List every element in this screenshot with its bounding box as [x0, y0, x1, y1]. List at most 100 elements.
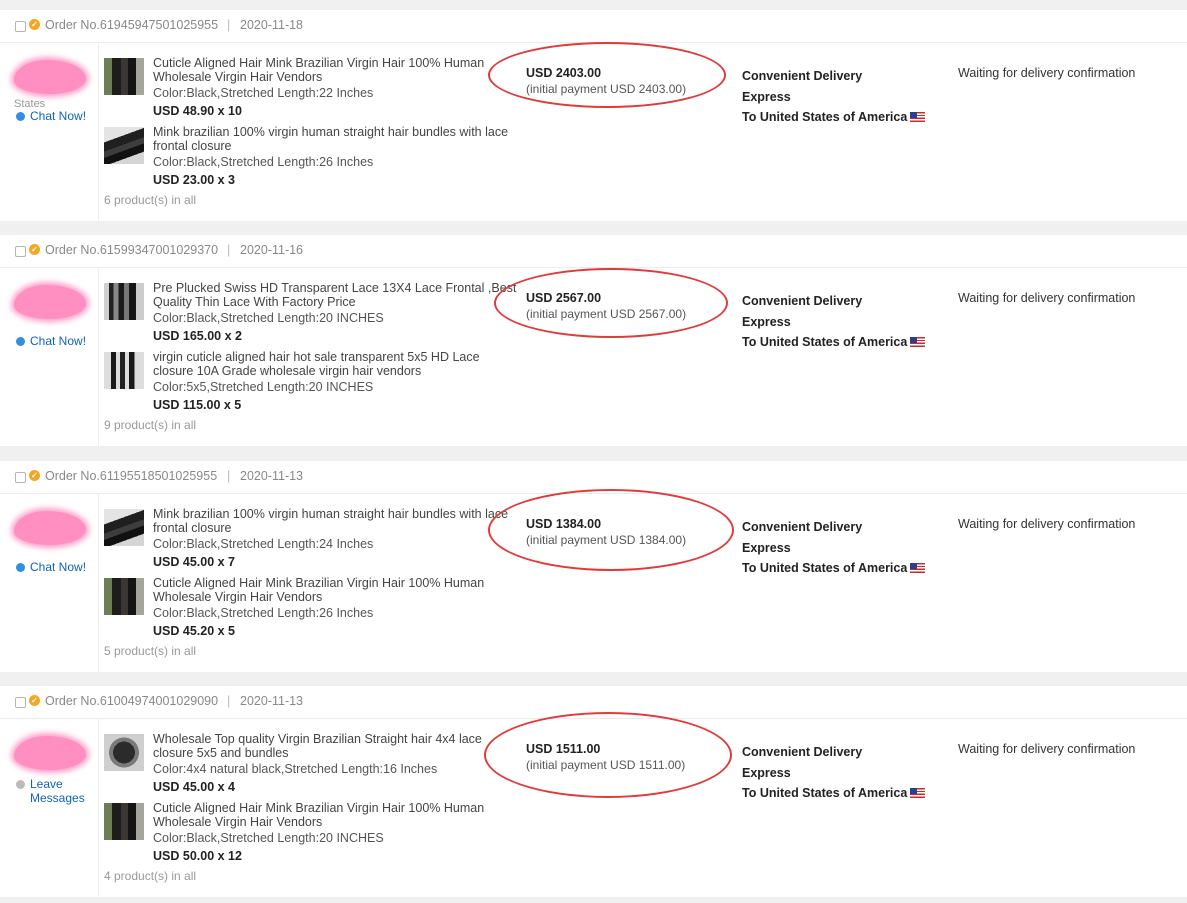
order-date: 2020-11-16 — [240, 243, 304, 257]
product-title-link[interactable]: Wholesale Top quality Virgin Brazilian S… — [153, 732, 518, 760]
us-flag-icon — [910, 337, 926, 347]
products-count: 4 product(s) in all — [104, 869, 197, 883]
chat-icon — [16, 563, 25, 572]
seller-name-redacted — [14, 736, 86, 770]
checkbox-icon[interactable] — [15, 472, 26, 483]
order-header: ✓ Order No.61945947501025955 | 2020-11-18 — [0, 10, 1187, 43]
leave-messages-label: Leave Messages — [30, 777, 85, 805]
highlight-circle — [484, 712, 732, 798]
highlight-circle — [488, 489, 734, 571]
delivery-info: Convenient Delivery Express To United Stat… — [742, 517, 926, 579]
destination-label: To United States of America — [742, 561, 908, 575]
delivery-method: Convenient Delivery — [742, 520, 863, 534]
product-attributes: Color:5x5,Stretched Length:20 INCHES — [153, 380, 374, 394]
seller-info: Leave Messages — [14, 734, 94, 824]
delivery-info: Convenient Delivery Express To United Stat… — [742, 66, 926, 128]
seller-info: Chat Now! — [14, 509, 94, 599]
product-thumbnail[interactable] — [104, 803, 144, 840]
product-price-qty: USD 115.00 x 5 — [153, 398, 242, 412]
delivery-carrier: Express — [742, 540, 791, 555]
product-thumbnail[interactable] — [104, 509, 144, 546]
order-date: 2020-11-13 — [240, 469, 304, 483]
order-number-value: 61004974001029090 — [99, 694, 219, 708]
leave-messages-button[interactable]: Leave Messages — [16, 777, 86, 805]
column-divider — [98, 267, 99, 446]
divider: | — [227, 243, 231, 257]
column-divider — [98, 42, 99, 221]
order-status: Waiting for delivery confirmation — [958, 66, 1136, 80]
seller-info: States Chat Now! — [14, 58, 94, 148]
product-price-qty: USD 48.90 x 10 — [153, 104, 242, 118]
product-price-qty: USD 23.00 x 3 — [153, 173, 235, 187]
product-price-qty: USD 45.20 x 5 — [153, 624, 235, 638]
product-title-link[interactable]: Cuticle Aligned Hair Mink Brazilian Virg… — [153, 56, 518, 84]
order-list: ✓ Order No.61945947501025955 | 2020-11-18 St… — [0, 0, 1187, 903]
seller-name-redacted — [14, 511, 86, 545]
product-attributes: Color:Black,Stretched Length:24 Inches — [153, 537, 374, 551]
order-badge-icon: ✓ — [29, 695, 40, 706]
checkbox-icon[interactable] — [15, 21, 26, 32]
product-thumbnail[interactable] — [104, 127, 144, 164]
delivery-carrier: Express — [742, 89, 791, 104]
destination-label: To United States of America — [742, 110, 908, 124]
order-date: 2020-11-18 — [240, 18, 304, 32]
delivery-method: Convenient Delivery — [742, 69, 863, 83]
product-title-link[interactable]: Mink brazilian 100% virgin human straigh… — [153, 125, 518, 153]
product-price-qty: USD 50.00 x 12 — [153, 849, 242, 863]
order-number[interactable]: Order No.61945947501025955 — [45, 18, 218, 32]
destination-label: To United States of America — [742, 335, 908, 349]
order-number-value: 61195518501025955 — [99, 469, 218, 483]
order-number-value: 61599347001029370 — [99, 243, 219, 257]
products-count: 9 product(s) in all — [104, 418, 197, 432]
delivery-info: Convenient Delivery Express To United Stat… — [742, 291, 926, 353]
product-title-link[interactable]: Cuticle Aligned Hair Mink Brazilian Virg… — [153, 576, 518, 604]
product-attributes: Color:Black,Stretched Length:20 INCHES — [153, 831, 384, 845]
message-icon — [16, 780, 25, 789]
chat-now-label: Chat Now! — [30, 560, 87, 574]
order-number-value: 61945947501025955 — [99, 18, 219, 32]
delivery-destination: To United States of America — [742, 558, 926, 579]
checkbox-icon[interactable] — [15, 246, 26, 257]
seller-info: Chat Now! — [14, 283, 94, 373]
delivery-destination: To United States of America — [742, 107, 926, 128]
chat-now-button[interactable]: Chat Now! — [16, 560, 86, 574]
order-number[interactable]: Order No.61195518501025955 — [45, 469, 217, 483]
destination-label: To United States of America — [742, 786, 908, 800]
delivery-destination: To United States of America — [742, 783, 926, 804]
product-thumbnail[interactable] — [104, 734, 144, 771]
products-count: 6 product(s) in all — [104, 193, 197, 207]
delivery-carrier: Express — [742, 765, 791, 780]
chat-now-label: Chat Now! — [30, 334, 87, 348]
us-flag-icon — [910, 563, 926, 573]
delivery-method: Convenient Delivery — [742, 294, 863, 308]
order-status: Waiting for delivery confirmation — [958, 291, 1136, 305]
product-thumbnail[interactable] — [104, 283, 144, 320]
us-flag-icon — [910, 112, 926, 122]
seller-name-redacted — [14, 60, 86, 94]
delivery-carrier: Express — [742, 314, 791, 329]
product-attributes: Color:Black,Stretched Length:26 Inches — [153, 155, 374, 169]
product-price-qty: USD 165.00 x 2 — [153, 329, 242, 343]
divider: | — [227, 694, 231, 708]
order-status: Waiting for delivery confirmation — [958, 517, 1136, 531]
chat-now-button[interactable]: Chat Now! — [16, 334, 86, 348]
divider: | — [227, 469, 231, 483]
product-price-qty: USD 45.00 x 4 — [153, 780, 235, 794]
product-title-link[interactable]: Pre Plucked Swiss HD Transparent Lace 13… — [153, 281, 518, 309]
product-title-link[interactable]: virgin cuticle aligned hair hot sale tra… — [153, 350, 518, 378]
order-number[interactable]: Order No.61599347001029370 — [45, 243, 218, 257]
order-status: Waiting for delivery confirmation — [958, 742, 1136, 756]
product-attributes: Color:Black,Stretched Length:22 Inches — [153, 86, 374, 100]
product-thumbnail[interactable] — [104, 352, 144, 389]
checkbox-icon[interactable] — [15, 697, 26, 708]
product-title-link[interactable]: Mink brazilian 100% virgin human straigh… — [153, 507, 518, 535]
product-thumbnail[interactable] — [104, 58, 144, 95]
chat-now-button[interactable]: Chat Now! — [16, 109, 86, 123]
product-title-link[interactable]: Cuticle Aligned Hair Mink Brazilian Virg… — [153, 801, 518, 829]
seller-name-redacted — [14, 285, 86, 319]
order-number-label: Order No. — [45, 243, 100, 257]
order-badge-icon: ✓ — [29, 470, 40, 481]
column-divider — [98, 718, 99, 897]
product-thumbnail[interactable] — [104, 578, 144, 615]
order-number[interactable]: Order No.61004974001029090 — [45, 694, 218, 708]
